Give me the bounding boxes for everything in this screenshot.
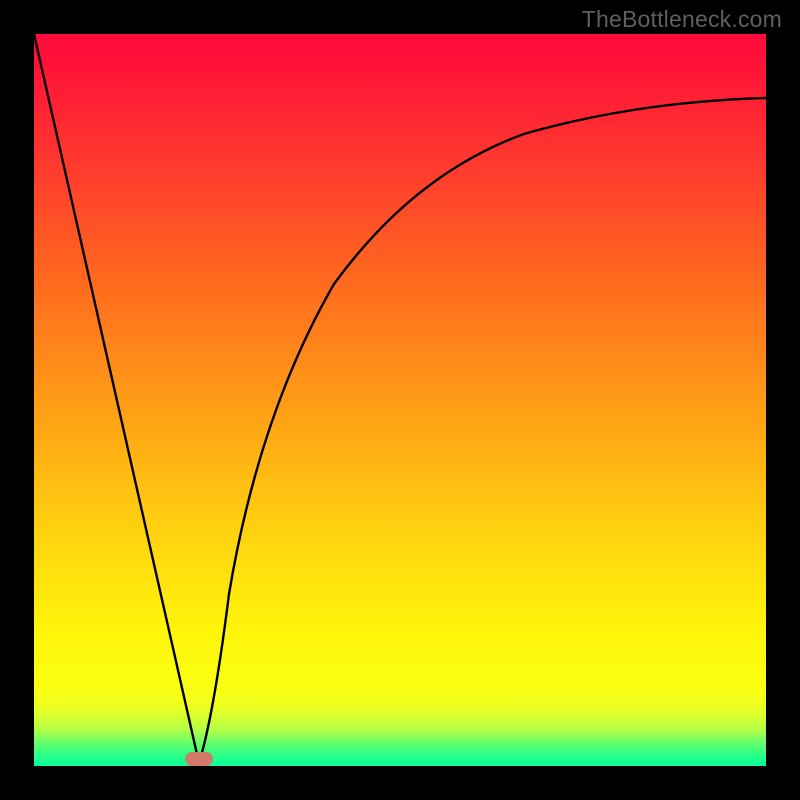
curve-left-branch [34, 34, 199, 763]
chart-frame: TheBottleneck.com [0, 0, 800, 800]
watermark: TheBottleneck.com [582, 6, 782, 33]
valley-marker [185, 752, 213, 766]
plot-area [34, 34, 766, 766]
curve-right-branch [199, 98, 766, 763]
bottleneck-curve [34, 34, 766, 766]
